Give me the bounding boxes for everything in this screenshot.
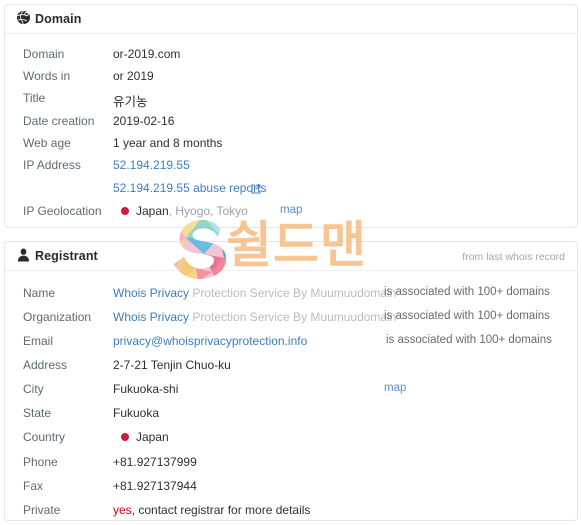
row-phone: Phone +81.927137999: [5, 455, 577, 477]
value-country: Japan: [121, 430, 169, 444]
label-title: Title: [23, 91, 46, 105]
label-state: State: [23, 406, 52, 420]
ip-geolocation-map-link[interactable]: map: [280, 204, 302, 216]
label-ip-geolocation: IP Geolocation: [23, 204, 102, 218]
value-phone: +81.927137999: [113, 455, 197, 469]
geo-country: Japan: [136, 204, 169, 218]
value-state: Fukuoka: [113, 406, 160, 420]
registrant-card-title: Registrant: [35, 249, 98, 263]
label-country: Country: [23, 430, 66, 444]
name-privacy-link[interactable]: Whois Privacy: [113, 286, 189, 300]
row-city: City Fukuoka-shi map: [5, 382, 577, 404]
row-state: State Fukuoka: [5, 406, 577, 428]
external-link-icon[interactable]: [251, 183, 261, 197]
label-address: Address: [23, 358, 68, 372]
geo-region: , Hyogo, Tokyo: [168, 204, 248, 218]
private-rest: , contact registrar for more details: [131, 503, 311, 517]
japan-flag-dot-icon: [121, 432, 129, 441]
value-web-age: 1 year and 8 months: [113, 136, 223, 150]
label-fax: Fax: [23, 479, 44, 493]
domain-card: Domain Domain or-2019.com Words in or 20…: [4, 4, 578, 228]
row-address: Address 2-7-21 Tenjin Chuo-ku: [5, 358, 577, 380]
ip-geolocation-value: Japan, Hyogo, Tokyo: [121, 204, 248, 218]
value-city: Fukuoka-shi: [113, 382, 179, 396]
domain-card-title: Domain: [35, 12, 82, 26]
registrant-source-note: from last whois record: [462, 251, 565, 263]
email-assoc-note: is associated with 100+ domains: [386, 334, 552, 346]
user-icon: [16, 248, 31, 263]
label-organization: Organization: [23, 310, 92, 324]
country-name: Japan: [136, 430, 169, 444]
row-fax: Fax +81.927137944: [5, 479, 577, 501]
label-email: Email: [23, 334, 54, 348]
private-flag-value: yes: [113, 503, 132, 517]
label-domain: Domain: [23, 47, 65, 61]
label-ip-address: IP Address: [23, 158, 81, 172]
value-fax: +81.927137944: [113, 479, 197, 493]
registrant-card: Registrant from last whois record Name W…: [4, 241, 578, 521]
label-web-age: Web age: [23, 136, 71, 150]
row-email: Email privacy@whoisprivacyprotection.inf…: [5, 334, 577, 356]
globe-icon: [16, 10, 31, 25]
value-title: 유기농: [113, 94, 148, 109]
row-domain: Domain or-2019.com: [5, 47, 577, 69]
abuse-reports-link[interactable]: 52.194.219.55 abuse reports: [113, 181, 266, 195]
organization-rest: Protection Service By Muumuudomain: [189, 310, 397, 324]
value-domain: or-2019.com: [113, 47, 181, 61]
row-ip-address: IP Address 52.194.219.55: [5, 158, 577, 180]
registrant-card-header: Registrant from last whois record: [5, 242, 577, 271]
row-name: Name Whois Privacy Protection Service By…: [5, 286, 577, 308]
row-country: Country Japan: [5, 430, 577, 452]
label-private: Private: [23, 503, 61, 517]
row-date-creation: Date creation 2019-02-16: [5, 114, 577, 136]
name-assoc-note: is associated with 100+ domains: [384, 286, 550, 298]
value-private: yes, contact registrar for more details: [113, 503, 310, 517]
row-ip-geolocation: IP Geolocation Japan, Hyogo, Tokyo map: [5, 204, 577, 226]
row-organization: Organization Whois Privacy Protection Se…: [5, 310, 577, 332]
organization-privacy-link[interactable]: Whois Privacy: [113, 310, 189, 324]
value-words-in: or 2019: [113, 69, 154, 83]
email-link[interactable]: privacy@whoisprivacyprotection.info: [113, 334, 307, 348]
japan-flag-dot-icon: [121, 206, 129, 215]
row-web-age: Web age 1 year and 8 months: [5, 136, 577, 158]
ip-address-link[interactable]: 52.194.219.55: [113, 158, 190, 172]
domain-card-header: Domain: [5, 5, 577, 34]
label-name: Name: [23, 286, 56, 300]
value-date-creation: 2019-02-16: [113, 114, 175, 128]
label-words-in: Words in: [23, 69, 71, 83]
value-organization: Whois Privacy Protection Service By Muum…: [113, 310, 396, 324]
row-abuse-reports: 52.194.219.55 abuse reports: [5, 181, 577, 203]
row-title: Title 유기농: [5, 91, 577, 113]
value-address: 2-7-21 Tenjin Chuo-ku: [113, 358, 231, 372]
whois-result-page: Domain Domain or-2019.com Words in or 20…: [0, 0, 582, 525]
label-date-creation: Date creation: [23, 114, 95, 128]
row-private: Private yes, contact registrar for more …: [5, 503, 577, 525]
city-map-link[interactable]: map: [384, 382, 406, 394]
row-words-in: Words in or 2019: [5, 69, 577, 91]
label-city: City: [23, 382, 44, 396]
label-phone: Phone: [23, 455, 58, 469]
name-rest: Protection Service By Muumuudomain: [189, 286, 397, 300]
organization-assoc-note: is associated with 100+ domains: [384, 310, 550, 322]
value-name: Whois Privacy Protection Service By Muum…: [113, 286, 396, 300]
